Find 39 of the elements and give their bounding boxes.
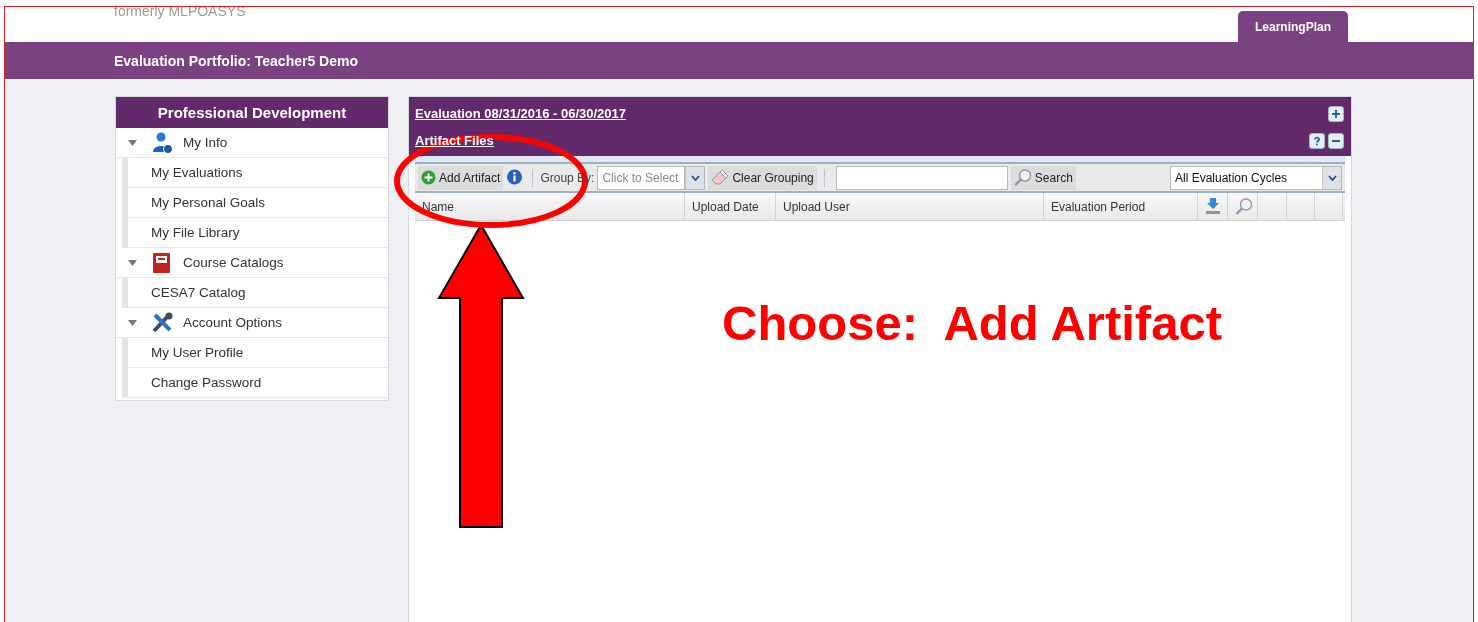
nav-tab[interactable]: LearningPlan — [1238, 11, 1348, 42]
chevron-icon — [1327, 174, 1337, 181]
download-icon — [1205, 198, 1221, 215]
search-icon — [1013, 169, 1032, 186]
clear-grouping-button[interactable]: Clear Grouping — [708, 165, 817, 190]
sidebar-item[interactable]: My Personal Goals — [122, 188, 388, 218]
sidebar-item[interactable]: My User Profile — [122, 338, 388, 368]
add-artifact-button[interactable]: Add Artifact — [418, 165, 504, 190]
sidebar-item[interactable]: My File Library — [122, 218, 388, 248]
person-icon — [151, 131, 173, 154]
sidebar-item[interactable]: Change Password — [122, 368, 388, 398]
info-icon[interactable] — [506, 169, 524, 186]
sidebar-group[interactable]: Course Catalogs — [116, 248, 388, 278]
magnifier-icon — [1235, 198, 1253, 215]
column-header[interactable]: Name — [415, 193, 685, 220]
add-icon[interactable] — [1328, 105, 1344, 122]
column-header[interactable]: Upload Date — [685, 193, 776, 220]
sidebar-title: Professional Development — [157, 104, 347, 121]
sidebar-item[interactable]: CESA7 Catalog — [122, 278, 388, 308]
plus-icon — [421, 170, 436, 185]
search-field[interactable] — [835, 165, 1008, 190]
sidebar-item[interactable]: My Evaluations — [122, 158, 388, 188]
page-title: Evaluation Portfolio: Teacher5 Demo — [114, 52, 358, 69]
eraser-icon — [711, 170, 730, 185]
help-icon[interactable] — [1309, 132, 1325, 149]
sidebar-group[interactable]: My Info — [116, 128, 388, 158]
tools-icon — [151, 311, 173, 334]
evaluation-link[interactable]: Evaluation 08/31/2016 - 06/30/2017 — [415, 106, 627, 121]
chevron-icon — [690, 174, 700, 181]
annotation-caption: Choose: Add Artifact — [722, 295, 1222, 351]
sidebar-group[interactable]: Account Options — [116, 308, 388, 338]
collapse-icon[interactable] — [1328, 132, 1344, 149]
book-icon — [151, 251, 173, 274]
column-header[interactable]: Evaluation Period — [1044, 193, 1198, 220]
group-by-field[interactable]: Click to Select — [597, 165, 686, 190]
dropdown-button[interactable] — [685, 165, 706, 190]
column-header[interactable]: Upload User — [776, 193, 1044, 220]
search-button[interactable]: Search — [1010, 165, 1076, 190]
evaluation-cycle-select[interactable]: All Evaluation Cycles — [1170, 165, 1342, 190]
